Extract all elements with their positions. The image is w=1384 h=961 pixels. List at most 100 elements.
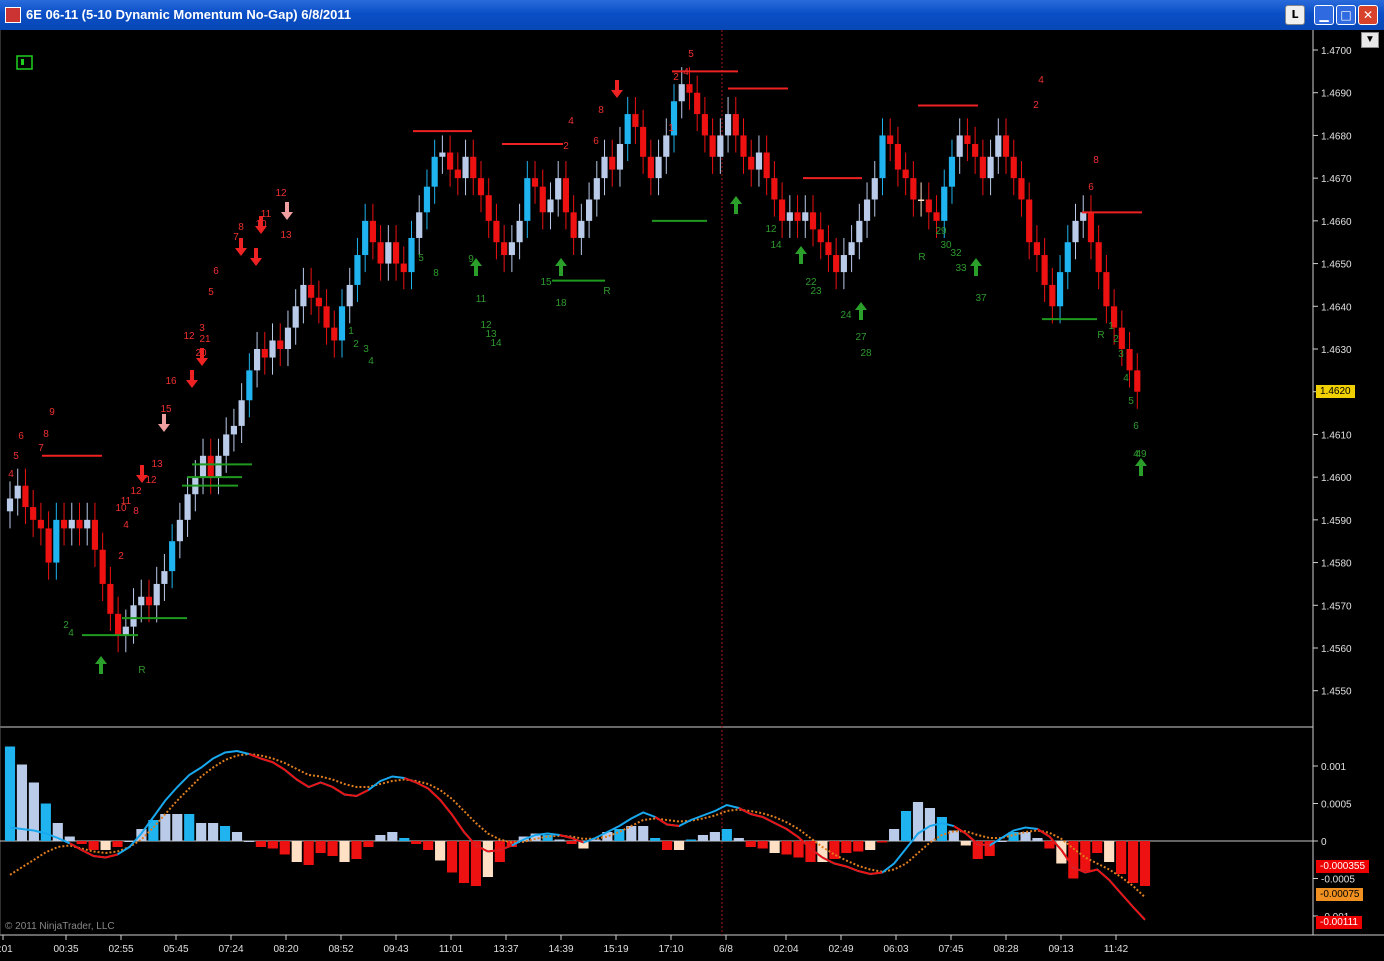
count-label: 13	[151, 459, 163, 470]
candle-body	[825, 242, 832, 256]
histogram-bar	[721, 829, 732, 841]
chevron-down-icon[interactable]: ▼	[1361, 32, 1379, 48]
time-tick-label: 02:49	[828, 944, 853, 955]
candle-body	[416, 212, 423, 238]
candle-body	[748, 156, 755, 170]
signal-value-badge: -0.00075	[1316, 888, 1364, 901]
count-label: 3	[1118, 349, 1124, 360]
candle-body	[779, 199, 786, 221]
candle-body	[694, 92, 701, 115]
candle-body	[578, 220, 585, 238]
histogram-value-badge: -0.00111	[1316, 916, 1362, 929]
count-label: 1	[1108, 321, 1114, 332]
count-label: 29	[935, 226, 947, 237]
candle-body	[979, 156, 986, 179]
minimize-icon[interactable]: ▁	[1314, 5, 1334, 25]
count-label: 32	[950, 248, 962, 259]
time-tick-label: 09:43	[383, 944, 408, 955]
price-tick-label: 1.4580	[1321, 559, 1352, 570]
maximize-icon[interactable]: □	[1336, 5, 1356, 25]
title-bar[interactable]: 6E 06-11 (5-10 Dynamic Momentum No-Gap) …	[0, 0, 1384, 30]
candle-body	[1010, 156, 1017, 179]
candle-body	[1126, 349, 1133, 371]
candle-body	[68, 519, 75, 529]
count-label: 33	[955, 263, 967, 274]
candle-body	[485, 195, 492, 221]
candle-body	[115, 613, 122, 636]
histogram-bar	[685, 839, 697, 841]
candle-body	[439, 152, 446, 157]
candle-body	[53, 519, 60, 563]
candle-body	[230, 425, 237, 435]
window-title: 6E 06-11 (5-10 Dynamic Momentum No-Gap) …	[26, 7, 352, 22]
time-tick-label: 17:10	[658, 944, 683, 955]
time-tick-label: 13:37	[493, 944, 518, 955]
candle-body	[308, 284, 315, 298]
candle-body	[107, 583, 114, 614]
histogram-bar	[399, 838, 410, 841]
histogram-bar	[267, 841, 278, 849]
histogram-bar	[339, 841, 350, 862]
candle-body	[161, 571, 168, 584]
time-tick-label: 09:13	[1048, 944, 1073, 955]
candle-body	[1095, 242, 1102, 273]
copyright: © 2011 NinjaTrader, LLC	[5, 921, 115, 932]
candle-body	[910, 178, 917, 200]
count-label: 11	[121, 496, 132, 507]
candle-body	[338, 306, 346, 341]
candle-body	[501, 242, 508, 256]
candle-body	[701, 114, 708, 136]
candle-body	[724, 114, 732, 136]
candle-body	[277, 340, 284, 349]
histogram-bar	[709, 832, 720, 841]
histogram-bar	[1116, 841, 1127, 874]
count-label: 2	[673, 72, 679, 83]
candle-body	[215, 455, 222, 478]
time-tick-label: 07:24	[218, 944, 243, 955]
candle-body	[817, 229, 824, 243]
candle-body	[794, 212, 801, 221]
candle-body	[493, 220, 500, 243]
candle-body	[1002, 135, 1010, 157]
count-label: 4	[1133, 449, 1139, 460]
price-tick-label: 1.4560	[1321, 644, 1352, 655]
count-label: 6	[18, 431, 24, 442]
histogram-bar	[231, 832, 243, 841]
count-label: 13	[280, 230, 292, 241]
count-label: 23	[810, 286, 822, 297]
candle-body	[122, 626, 129, 636]
candle-body	[477, 178, 485, 196]
candle-body	[948, 156, 956, 187]
count-label: 1	[348, 326, 354, 337]
candle-body	[709, 135, 716, 157]
candle-body	[740, 135, 747, 157]
indicator-tick-label: 0.001	[1321, 762, 1346, 773]
candle-body	[462, 156, 469, 179]
price-tick-label: 1.4630	[1321, 345, 1352, 356]
histogram-bar	[64, 836, 75, 841]
candle-body	[531, 178, 539, 187]
count-label: 37	[975, 293, 987, 304]
count-label: R	[918, 252, 925, 263]
count-label: 12	[275, 188, 287, 199]
histogram-bar	[172, 814, 183, 841]
candle-body	[354, 255, 361, 285]
candle-body	[972, 143, 979, 157]
count-label: 3	[199, 323, 205, 334]
close-icon[interactable]: ✕	[1358, 5, 1378, 25]
count-label: 4	[8, 469, 14, 480]
l-button[interactable]: L	[1285, 5, 1305, 25]
histogram-bar	[255, 841, 266, 847]
histogram-bar	[112, 841, 123, 847]
histogram-bar	[865, 841, 876, 850]
chart-canvas[interactable]: 1.4700 1.4690 1.4680 1.4670 1.4660 1.4650 1.46…	[0, 30, 1384, 961]
time-tick-label: 00:35	[53, 944, 78, 955]
candle-body	[37, 519, 44, 529]
candle-body	[686, 84, 693, 93]
count-label: 12	[130, 486, 142, 497]
histogram-bar	[745, 841, 756, 847]
candle-body	[470, 156, 477, 179]
count-label: 15	[540, 277, 552, 288]
candle-body	[1041, 255, 1048, 285]
candle-body	[1064, 242, 1071, 273]
